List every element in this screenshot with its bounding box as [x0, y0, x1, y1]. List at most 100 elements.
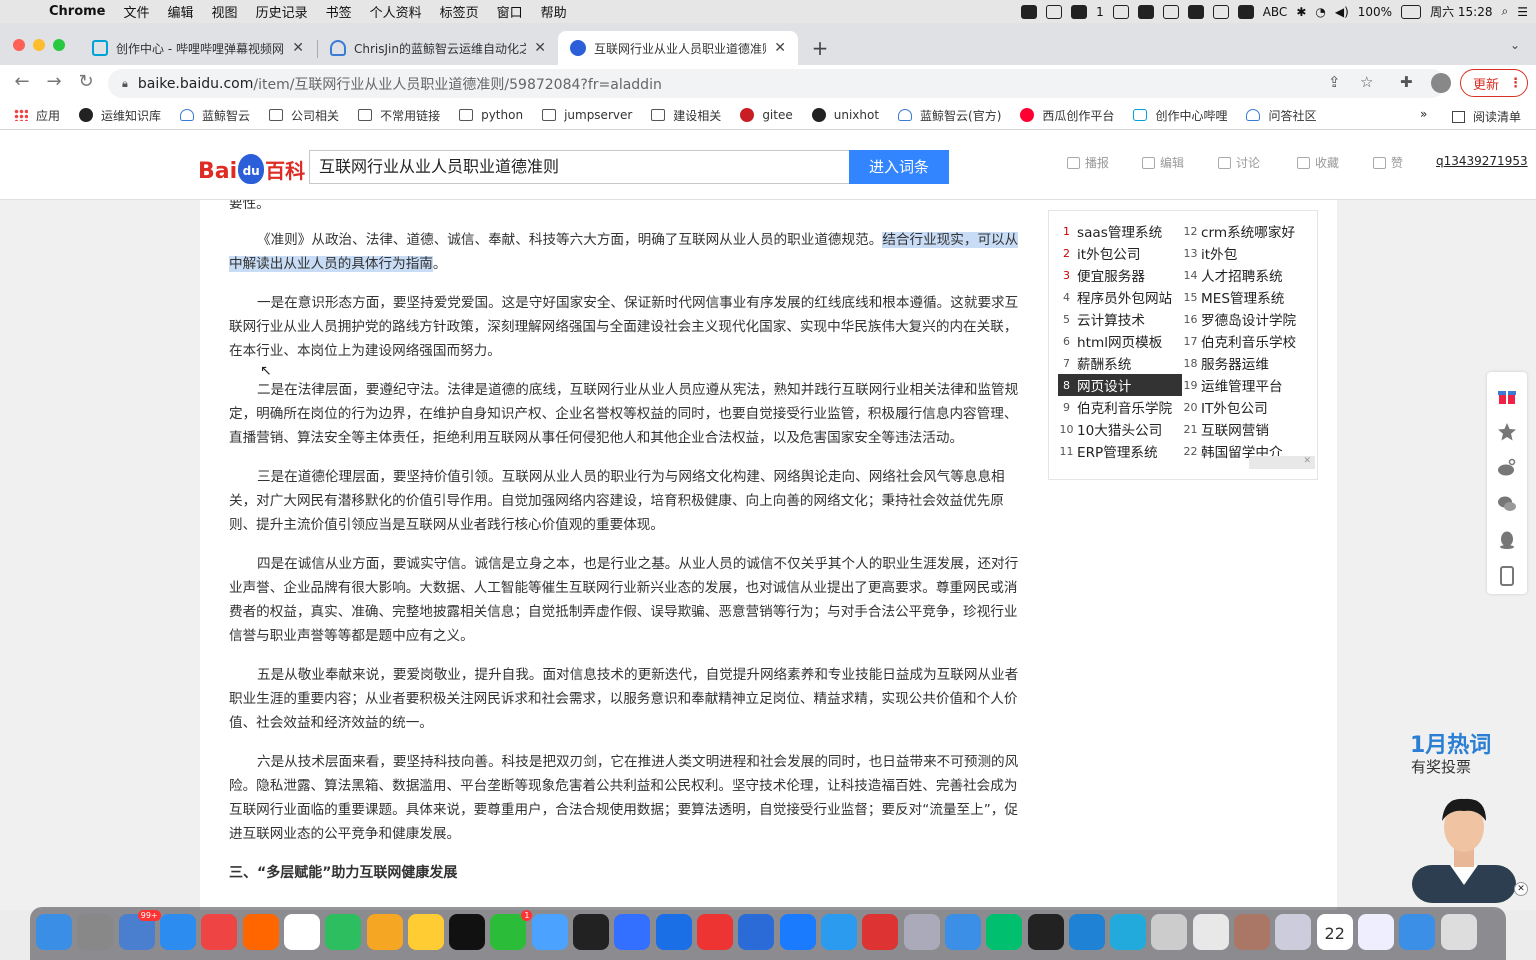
cloud-tray-icon[interactable]	[1046, 4, 1063, 19]
menu-view[interactable]: 视图	[203, 2, 247, 21]
ad-close-icon[interactable]: ✕	[1249, 456, 1315, 469]
input-method-icon[interactable]	[1237, 4, 1254, 19]
lock-icon[interactable]: 🔒︎	[122, 77, 128, 91]
bookmark-item[interactable]: 西瓜创作平台	[1020, 107, 1114, 124]
hot-list-item[interactable]: 14 人才招聘系统	[1182, 264, 1312, 286]
reading-list-button[interactable]: 阅读清单	[1452, 108, 1521, 125]
edit-button[interactable]: 编辑	[1142, 154, 1184, 171]
menu-help[interactable]: 帮助	[532, 2, 576, 21]
wechat-tray-icon[interactable]	[1071, 4, 1088, 19]
close-tab-icon[interactable]: ✕	[534, 40, 546, 56]
hot-list-item[interactable]: 19 运维管理平台	[1182, 374, 1312, 396]
finder-dock-icon[interactable]	[36, 914, 72, 950]
wps-dock-icon[interactable]	[697, 914, 734, 950]
contacts-dock-icon[interactable]	[1234, 914, 1271, 950]
enter-entry-button[interactable]: 进入词条	[849, 150, 949, 184]
hot-list-item[interactable]: 12 crm系统哪家好	[1182, 220, 1312, 242]
evernote-dock-icon[interactable]	[325, 914, 362, 950]
like-button[interactable]: 赞	[1373, 154, 1403, 171]
window-zoom-button[interactable]	[53, 39, 65, 51]
firefox-dock-icon[interactable]	[242, 914, 279, 950]
menu-tabs[interactable]: 标签页	[431, 2, 488, 21]
close-tab-icon[interactable]: ✕	[774, 40, 786, 56]
favorite-button[interactable]: 收藏	[1297, 154, 1339, 171]
window-minimize-button[interactable]	[33, 39, 45, 51]
pages-dock-icon[interactable]	[1192, 914, 1229, 950]
wifi-icon[interactable]: ◔	[1315, 5, 1325, 19]
hotword-promo[interactable]: 1月热词 有奖投票 ✕	[1398, 727, 1536, 907]
hot-list-item[interactable]: 20 IT外包公司	[1182, 396, 1312, 418]
qq-dock-icon[interactable]	[449, 914, 486, 950]
hot-list-item[interactable]: 1 saas管理系统	[1058, 220, 1182, 242]
baidu-baike-logo[interactable]: Bai du 百科	[198, 144, 305, 184]
control-center-icon[interactable]: ☰	[1517, 5, 1528, 19]
kebab-menu-icon[interactable]: ⋮	[1509, 76, 1522, 91]
qq-icon[interactable]	[1497, 530, 1517, 550]
trash-dock-icon[interactable]	[1440, 914, 1477, 950]
tray-app-icon[interactable]	[1021, 4, 1038, 19]
messages-dock-icon[interactable]	[531, 914, 568, 950]
iqiyi-dock-icon[interactable]	[986, 914, 1023, 950]
menu-app-name[interactable]: Chrome	[40, 4, 115, 19]
wifi-tray-icon[interactable]	[1212, 4, 1229, 19]
hot-list-item[interactable]: 2 it外包公司	[1058, 242, 1182, 264]
typora-dock-icon[interactable]	[283, 914, 320, 950]
bookmark-item[interactable]: 问答社区	[1246, 107, 1316, 124]
hot-list-item[interactable]: 15 MES管理系统	[1182, 286, 1312, 308]
back-arrow-icon[interactable]: ←	[10, 71, 34, 92]
baike-search-input[interactable]: 互联网行业从业人员职业道德准则	[309, 150, 850, 184]
notes-dock-icon[interactable]	[407, 914, 444, 950]
hot-list-item[interactable]: 17 伯克利音乐学校	[1182, 330, 1312, 352]
hot-list-item[interactable]: 8 网页设计	[1058, 374, 1182, 396]
battery-percent[interactable]: 100%	[1358, 5, 1392, 19]
address-bar[interactable]: 🔒︎ baike.baidu.com /item/互联网行业从业人员职业道德准则…	[108, 69, 1446, 98]
calendar-dock-icon[interactable]: 22	[1316, 914, 1353, 950]
vscode-dock-icon[interactable]	[1068, 914, 1105, 950]
spotlight-icon[interactable]: ⌕	[1502, 4, 1509, 19]
hot-list-item[interactable]: 21 互联网营销	[1182, 418, 1312, 440]
star-icon[interactable]	[1497, 422, 1517, 442]
menu-edit[interactable]: 编辑	[159, 2, 203, 21]
icloud-dock-icon[interactable]	[1399, 914, 1436, 950]
bookmark-item[interactable]: 建设相关	[651, 107, 721, 124]
input-method-label[interactable]: ABC	[1263, 5, 1288, 19]
hot-list-item[interactable]: 9 伯克利音乐学院	[1058, 396, 1182, 418]
dingtalk-dock-icon[interactable]	[820, 914, 857, 950]
network-utility-dock-icon[interactable]	[903, 914, 940, 950]
broadcast-button[interactable]: 播报	[1067, 154, 1109, 171]
clip-tray-icon[interactable]	[1162, 4, 1179, 19]
bookmark-item[interactable]: gitee	[740, 108, 793, 122]
forward-arrow-icon[interactable]: →	[42, 71, 66, 92]
battery-icon[interactable]	[1401, 4, 1422, 19]
tab-baike-active[interactable]: 互联网行业从业人员职业道德准则 ✕	[558, 31, 798, 65]
hot-list-item[interactable]: 11 ERP管理系统	[1058, 440, 1182, 462]
section-heading[interactable]: 三、“多层赋能”助力互联网健康发展	[229, 861, 1020, 885]
launchpad-dock-icon[interactable]	[77, 914, 114, 950]
hot-list-item[interactable]: 4 程序员外包网站	[1058, 286, 1182, 308]
clock[interactable]: 周六 15:28	[1430, 3, 1492, 20]
photos-dock-icon[interactable]	[366, 914, 403, 950]
hot-list-item[interactable]: 18 服务器运维	[1182, 352, 1312, 374]
keyboard-tray-icon[interactable]	[1187, 4, 1204, 19]
bookmark-item[interactable]: 蓝鲸智云(官方)	[898, 107, 1001, 124]
hot-list-item[interactable]: 6 html网页模板	[1058, 330, 1182, 352]
menu-file[interactable]: 文件	[115, 2, 159, 21]
hot-list-item[interactable]: 13 it外包	[1182, 242, 1312, 264]
hot-list-item[interactable]: 3 便宜服务器	[1058, 264, 1182, 286]
mail-client-dock-icon[interactable]: 99+	[118, 910, 161, 950]
terminal-dark-dock-icon[interactable]	[573, 914, 610, 950]
tooltrain-dock-icon[interactable]	[1275, 914, 1312, 950]
wechat-dock-icon[interactable]: 1	[490, 910, 533, 950]
share-tray-icon[interactable]	[1112, 4, 1129, 19]
bookmark-item[interactable]: 不常用链接	[358, 107, 440, 124]
preview-dock-icon[interactable]	[1151, 914, 1188, 950]
profile-avatar-icon[interactable]	[1431, 73, 1451, 93]
bookmark-item[interactable]: 应用	[14, 107, 60, 124]
discuss-button[interactable]: 讨论	[1218, 154, 1260, 171]
bookmark-item[interactable]: 运维知识库	[79, 107, 161, 124]
extensions-puzzle-icon[interactable]: ✚	[1400, 73, 1413, 91]
bell-tray-icon[interactable]	[1137, 4, 1154, 19]
hot-list-item[interactable]: 5 云计算技术	[1058, 308, 1182, 330]
teamviewer-dock-icon[interactable]	[655, 914, 692, 950]
terminal-dock-icon[interactable]	[1027, 914, 1064, 950]
